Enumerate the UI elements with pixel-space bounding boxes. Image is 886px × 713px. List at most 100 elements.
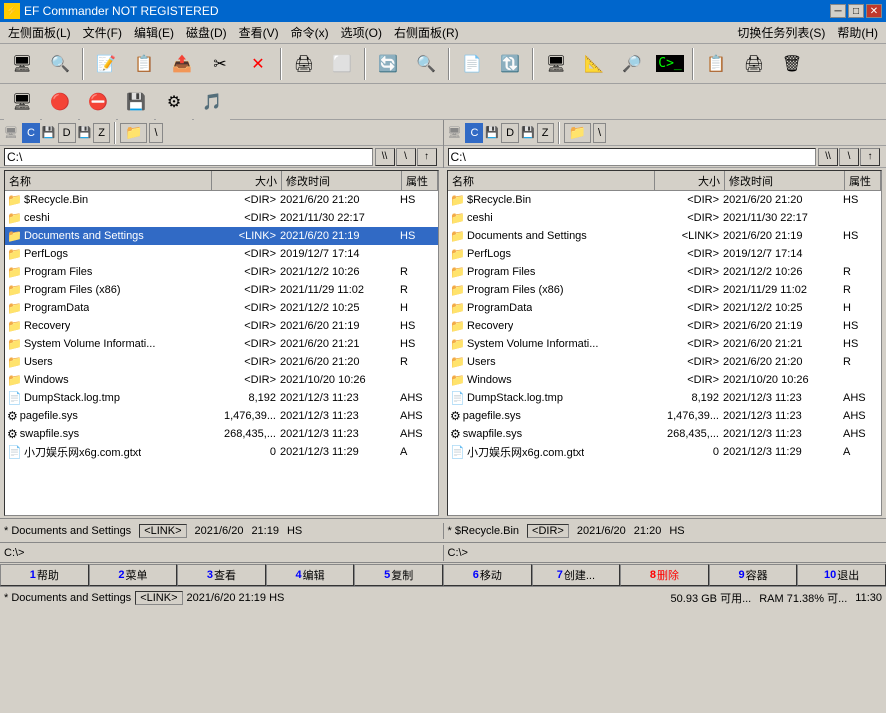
file-row[interactable]: 📁System Volume Informati...<DIR>2021/6/2…	[5, 335, 438, 353]
file-row[interactable]: ⚙swapfile.sys268,435,...2021/12/3 11:23A…	[5, 425, 438, 443]
tb2-setup-btn[interactable]: 🖥	[4, 84, 40, 120]
right-drive-backslash[interactable]: \	[593, 123, 606, 143]
bottom-btn-删除[interactable]: 8删除	[620, 564, 709, 586]
right-drive-folder[interactable]: 📁	[564, 123, 591, 143]
tb-sync-btn[interactable]: 🔃	[492, 46, 528, 82]
left-drive-d[interactable]: D	[58, 123, 76, 143]
right-drive-d[interactable]: D	[501, 123, 519, 143]
right-col-date[interactable]: 修改时间	[725, 171, 845, 190]
bottom-btn-查看[interactable]: 3查看	[177, 564, 266, 586]
file-row[interactable]: 📄DumpStack.log.tmp8,1922021/12/3 11:23AH…	[448, 389, 881, 407]
left-col-date[interactable]: 修改时间	[282, 171, 402, 190]
tb-measure-btn[interactable]: 📐	[576, 46, 612, 82]
left-drive-folder[interactable]: 📁	[120, 123, 147, 143]
menu-file[interactable]: 文件(F)	[77, 22, 128, 43]
right-nav-root[interactable]: \\	[818, 148, 838, 166]
file-row[interactable]: 📁$Recycle.Bin<DIR>2021/6/20 21:20HS	[448, 191, 881, 209]
tb-print-btn[interactable]: 🖨	[286, 46, 322, 82]
tb-delete-btn[interactable]: ✕	[240, 46, 276, 82]
file-row[interactable]: 📁Program Files<DIR>2021/12/2 10:26R	[5, 263, 438, 281]
tb-printer-btn[interactable]: 🖨	[736, 46, 772, 82]
file-row[interactable]: 📁$Recycle.Bin<DIR>2021/6/20 21:20HS	[5, 191, 438, 209]
menu-task-list[interactable]: 切换任务列表(S)	[731, 22, 831, 43]
tb2-red-btn[interactable]: 🔴	[42, 84, 78, 120]
bottom-btn-容器[interactable]: 9容器	[709, 564, 798, 586]
bottom-btn-菜单[interactable]: 2菜单	[89, 564, 178, 586]
tb-empty-btn[interactable]: ⬜	[324, 46, 360, 82]
left-drive-z[interactable]: Z	[93, 123, 110, 143]
file-row[interactable]: 📁Recovery<DIR>2021/6/20 21:19HS	[5, 317, 438, 335]
bottom-btn-编辑[interactable]: 4编辑	[266, 564, 355, 586]
file-row[interactable]: 📁Program Files<DIR>2021/12/2 10:26R	[448, 263, 881, 281]
file-row[interactable]: ⚙pagefile.sys1,476,39...2021/12/3 11:23A…	[448, 407, 881, 425]
tb-doc-btn[interactable]: 📄	[454, 46, 490, 82]
menu-command[interactable]: 命令(x)	[285, 22, 335, 43]
left-nav-root[interactable]: \\	[375, 148, 395, 166]
left-drive-backslash[interactable]: \	[149, 123, 162, 143]
bottom-btn-移动[interactable]: 6移动	[443, 564, 532, 586]
tb2-media-btn[interactable]: 🎵	[194, 84, 230, 120]
tb-zoom-btn[interactable]: 🔎	[614, 46, 650, 82]
menu-view[interactable]: 查看(V)	[233, 22, 285, 43]
left-col-name[interactable]: 名称	[5, 171, 212, 190]
tb2-save-btn[interactable]: 💾	[118, 84, 154, 120]
bottom-btn-帮助[interactable]: 1帮助	[0, 564, 89, 586]
right-drive-z[interactable]: Z	[537, 123, 554, 143]
file-row[interactable]: ⚙pagefile.sys1,476,39...2021/12/3 11:23A…	[5, 407, 438, 425]
bottom-btn-复制[interactable]: 5复制	[354, 564, 443, 586]
file-row[interactable]: 📁Documents and Settings<LINK>2021/6/20 2…	[448, 227, 881, 245]
tb2-block-btn[interactable]: ⛔	[80, 84, 116, 120]
file-row[interactable]: ⚙swapfile.sys268,435,...2021/12/3 11:23A…	[448, 425, 881, 443]
menu-left-panel[interactable]: 左侧面板(L)	[2, 22, 77, 43]
left-drive-c[interactable]: C	[22, 123, 40, 143]
file-row[interactable]: 📁ceshi<DIR>2021/11/30 22:17	[5, 209, 438, 227]
tb-find-btn[interactable]: 🔍	[408, 46, 444, 82]
bottom-btn-退出[interactable]: 10退出	[797, 564, 886, 586]
file-row[interactable]: 📁Recovery<DIR>2021/6/20 21:19HS	[448, 317, 881, 335]
left-col-size[interactable]: 大小	[212, 171, 282, 190]
tb2-gear-btn[interactable]: ⚙	[156, 84, 192, 120]
tb-cmd-btn[interactable]: C>_	[652, 46, 688, 82]
file-row[interactable]: 📄小刀娱乐网x6g.com.gtxt02021/12/3 11:29A	[5, 443, 438, 461]
left-path-input[interactable]	[4, 148, 373, 166]
left-col-attr[interactable]: 属性	[402, 171, 438, 190]
file-row[interactable]: 📁PerfLogs<DIR>2019/12/7 17:14	[5, 245, 438, 263]
menu-edit[interactable]: 编辑(E)	[128, 22, 180, 43]
tb-refresh-btn[interactable]: 🔄	[370, 46, 406, 82]
menu-right-panel[interactable]: 右侧面板(R)	[388, 22, 465, 43]
bottom-btn-创建...[interactable]: 7创建...	[532, 564, 621, 586]
file-row[interactable]: 📁Users<DIR>2021/6/20 21:20R	[5, 353, 438, 371]
file-row[interactable]: 📁Windows<DIR>2021/10/20 10:26	[5, 371, 438, 389]
right-drive-c[interactable]: C	[465, 123, 483, 143]
right-path-input[interactable]	[448, 148, 817, 166]
tb-screen-btn[interactable]: 🖥	[538, 46, 574, 82]
maximize-button[interactable]: □	[848, 4, 864, 18]
file-row[interactable]: 📁Program Files (x86)<DIR>2021/11/29 11:0…	[448, 281, 881, 299]
file-row[interactable]: 📁Users<DIR>2021/6/20 21:20R	[448, 353, 881, 371]
right-col-name[interactable]: 名称	[448, 171, 655, 190]
file-row[interactable]: 📁ProgramData<DIR>2021/12/2 10:25H	[448, 299, 881, 317]
file-row[interactable]: 📁Program Files (x86)<DIR>2021/11/29 11:0…	[5, 281, 438, 299]
menu-options[interactable]: 选项(O)	[335, 22, 388, 43]
file-row[interactable]: 📄小刀娱乐网x6g.com.gtxt02021/12/3 11:29A	[448, 443, 881, 461]
tb-cut-btn[interactable]: ✂	[202, 46, 238, 82]
right-nav-up[interactable]: ↑	[860, 148, 880, 166]
file-row[interactable]: 📁ceshi<DIR>2021/11/30 22:17	[448, 209, 881, 227]
tb-clip2-btn[interactable]: 📋	[698, 46, 734, 82]
tb-search-btn[interactable]: 🔍	[42, 46, 78, 82]
left-nav-up[interactable]: ↑	[417, 148, 437, 166]
file-row[interactable]: 📁Windows<DIR>2021/10/20 10:26	[448, 371, 881, 389]
tb-copy-btn[interactable]: 📋	[126, 46, 162, 82]
minimize-button[interactable]: ─	[830, 4, 846, 18]
close-button[interactable]: ✕	[866, 4, 882, 18]
right-col-size[interactable]: 大小	[655, 171, 725, 190]
file-row[interactable]: 📁System Volume Informati...<DIR>2021/6/2…	[448, 335, 881, 353]
file-row[interactable]: 📁PerfLogs<DIR>2019/12/7 17:14	[448, 245, 881, 263]
right-col-attr[interactable]: 属性	[845, 171, 881, 190]
right-nav-parent[interactable]: \	[839, 148, 859, 166]
menu-disk[interactable]: 磁盘(D)	[180, 22, 233, 43]
file-row[interactable]: 📄DumpStack.log.tmp8,1922021/12/3 11:23AH…	[5, 389, 438, 407]
tb-recycle-btn[interactable]: 🗑	[774, 46, 810, 82]
file-row[interactable]: 📁Documents and Settings<LINK>2021/6/20 2…	[5, 227, 438, 245]
left-nav-parent[interactable]: \	[396, 148, 416, 166]
